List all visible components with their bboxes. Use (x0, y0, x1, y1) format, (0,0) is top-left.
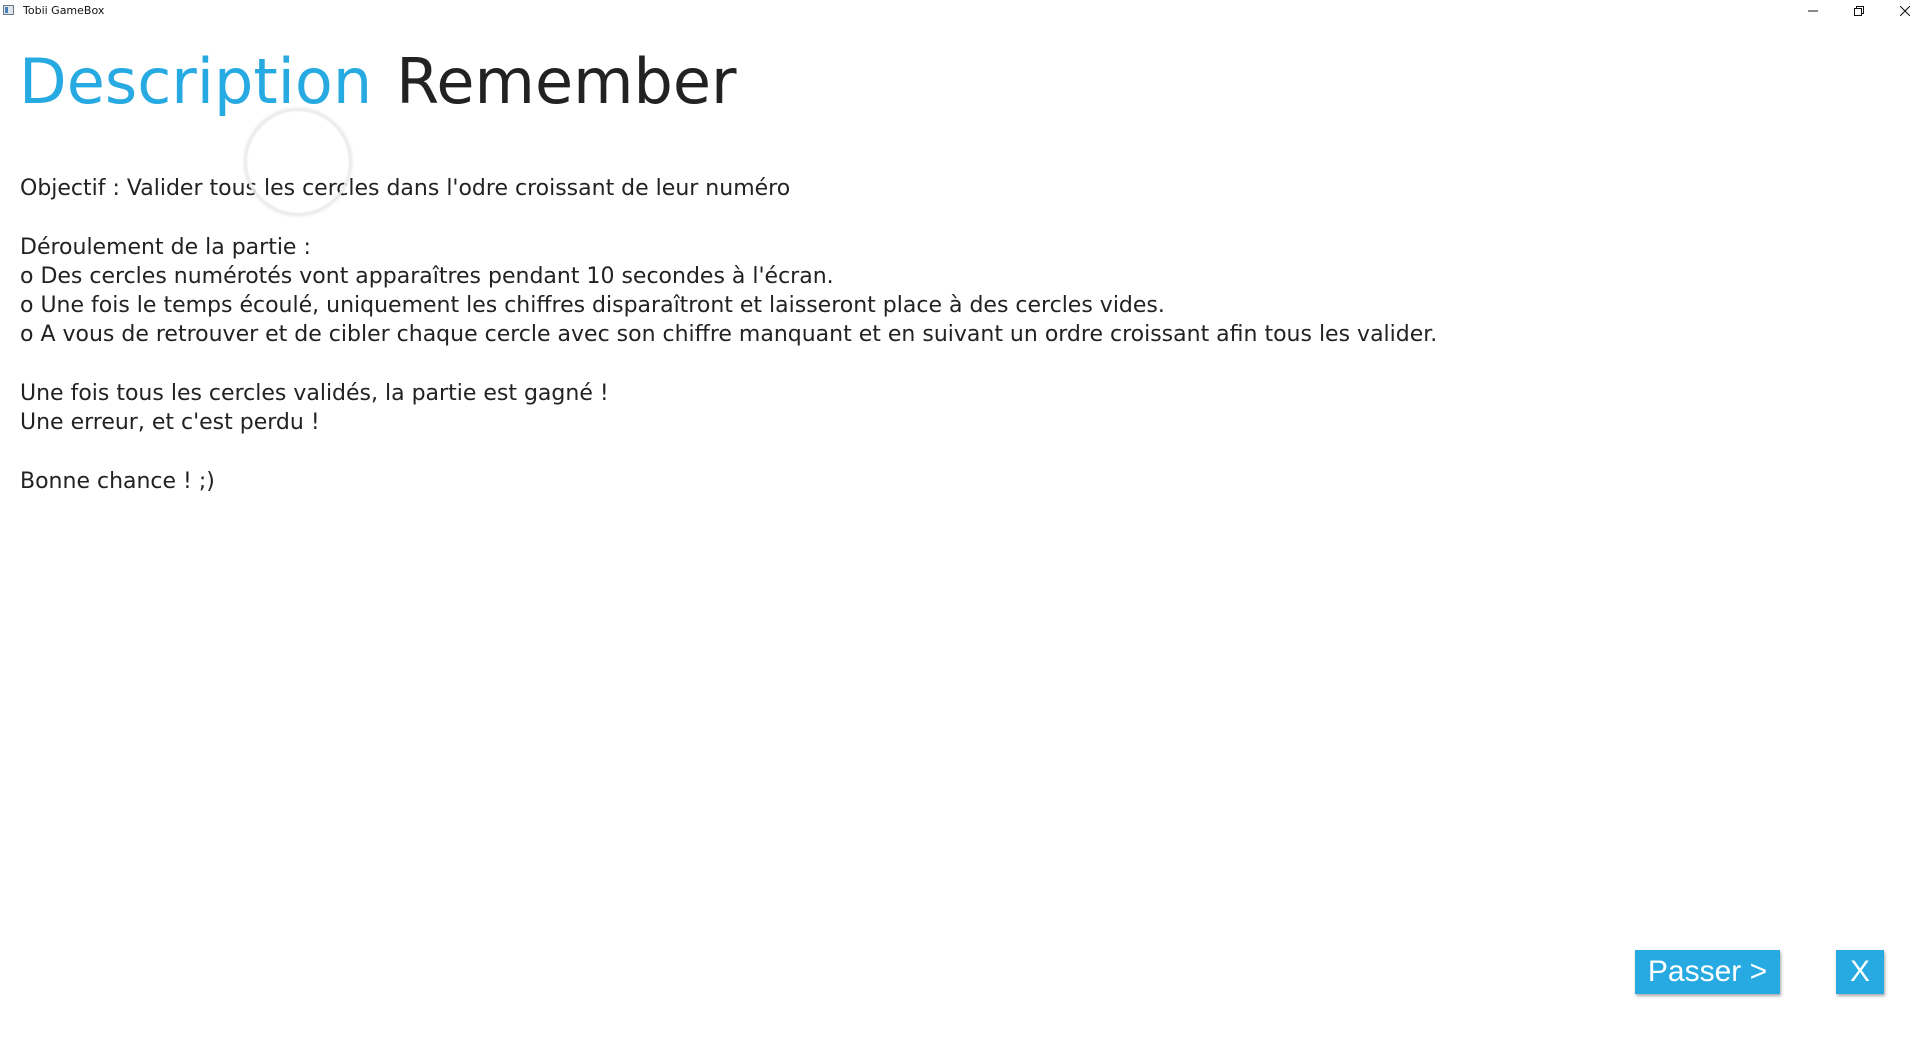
game-description: Objectif : Valider tous les cercles dans… (20, 174, 1520, 496)
step-item: o A vous de retrouver et de cibler chaqu… (20, 322, 1438, 348)
title-bar[interactable]: Tobii GameBox (0, 0, 1920, 22)
skip-button[interactable]: Passer > (1635, 950, 1780, 994)
app-window-icon (3, 5, 14, 15)
close-icon (1900, 6, 1910, 16)
game-window: Tobii GameBox Description Remember Objec… (0, 0, 1920, 1040)
step-item: o Des cercles numérotés vont apparaîtres… (20, 263, 834, 289)
window-title: Tobii GameBox (23, 4, 105, 17)
good-luck-text: Bonne chance ! ;) (20, 468, 215, 494)
minimize-button[interactable] (1790, 0, 1836, 22)
lose-condition-text: Une erreur, et c'est perdu ! (20, 410, 320, 436)
restore-button[interactable] (1836, 0, 1882, 22)
win-condition-text: Une fois tous les cercles validés, la pa… (20, 381, 609, 407)
progress-heading: Déroulement de la partie : (20, 234, 311, 260)
page-header: Description Remember (19, 44, 736, 124)
restore-icon (1854, 6, 1864, 16)
description-heading: Description (19, 45, 373, 118)
objective-text: Objectif : Valider tous les cercles dans… (20, 176, 791, 201)
game-title: Remember (396, 45, 737, 118)
minimize-icon (1808, 6, 1818, 16)
step-item: o Une fois le temps écoulé, uniquement l… (20, 293, 1165, 319)
exit-button[interactable]: X (1836, 950, 1884, 994)
close-window-button[interactable] (1882, 0, 1920, 22)
